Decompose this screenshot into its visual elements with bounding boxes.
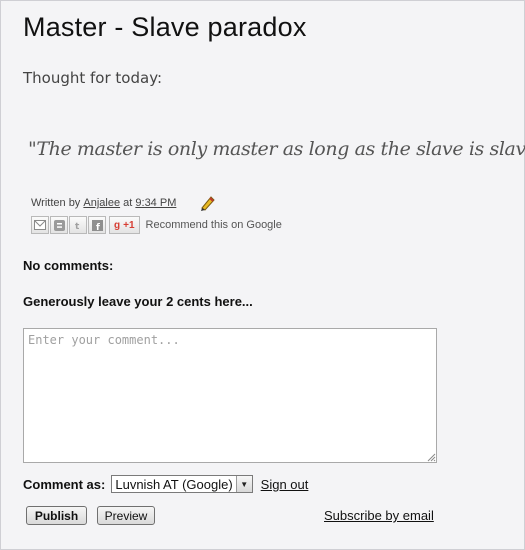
preview-button[interactable]: Preview bbox=[97, 506, 155, 525]
post-intro: Thought for today: bbox=[23, 69, 163, 87]
resize-grip-icon[interactable] bbox=[427, 453, 436, 462]
sign-out-link[interactable]: Sign out bbox=[261, 477, 309, 492]
share-buttons: t f g +1 Recommend this on Google bbox=[31, 216, 282, 234]
svg-text:t: t bbox=[75, 222, 80, 231]
at-label: at bbox=[123, 197, 133, 209]
subscribe-by-email-link[interactable]: Subscribe by email bbox=[324, 508, 434, 523]
comment-prompt: Generously leave your 2 cents here... bbox=[23, 294, 253, 309]
email-icon[interactable] bbox=[31, 216, 49, 234]
google-plus-icon: g bbox=[114, 219, 121, 231]
recommend-text: Recommend this on Google bbox=[145, 219, 282, 231]
identity-value: Luvnish AT (Google) bbox=[115, 476, 233, 492]
author-link[interactable]: Anjalee bbox=[83, 197, 120, 209]
chevron-down-icon[interactable]: ▼ bbox=[235, 476, 252, 492]
google-plus-one-button[interactable]: g +1 bbox=[109, 216, 140, 234]
publish-button[interactable]: Publish bbox=[26, 506, 87, 525]
post-footer: Written by Anjalee at 9:34 PM bbox=[31, 194, 216, 212]
comment-count: No comments: bbox=[23, 258, 114, 273]
plus-one-label: +1 bbox=[123, 219, 135, 231]
twitter-icon[interactable]: t bbox=[69, 216, 87, 234]
post-timestamp-link[interactable]: 9:34 PM bbox=[135, 197, 176, 209]
facebook-icon[interactable]: f bbox=[88, 216, 106, 234]
identity-select[interactable]: Luvnish AT (Google) ▼ bbox=[111, 475, 253, 493]
comment-textarea[interactable] bbox=[23, 328, 437, 463]
comment-as-label: Comment as: bbox=[23, 476, 106, 492]
comment-as-row: Comment as: Luvnish AT (Google) ▼ Sign o… bbox=[23, 475, 308, 493]
svg-text:f: f bbox=[96, 223, 100, 231]
post-quote: "The master is only master as long as th… bbox=[28, 138, 525, 160]
written-by-label: Written by bbox=[31, 197, 81, 209]
blogger-icon[interactable] bbox=[50, 216, 68, 234]
post-title: Master - Slave paradox bbox=[23, 12, 307, 42]
edit-pencil-icon[interactable] bbox=[198, 194, 216, 212]
